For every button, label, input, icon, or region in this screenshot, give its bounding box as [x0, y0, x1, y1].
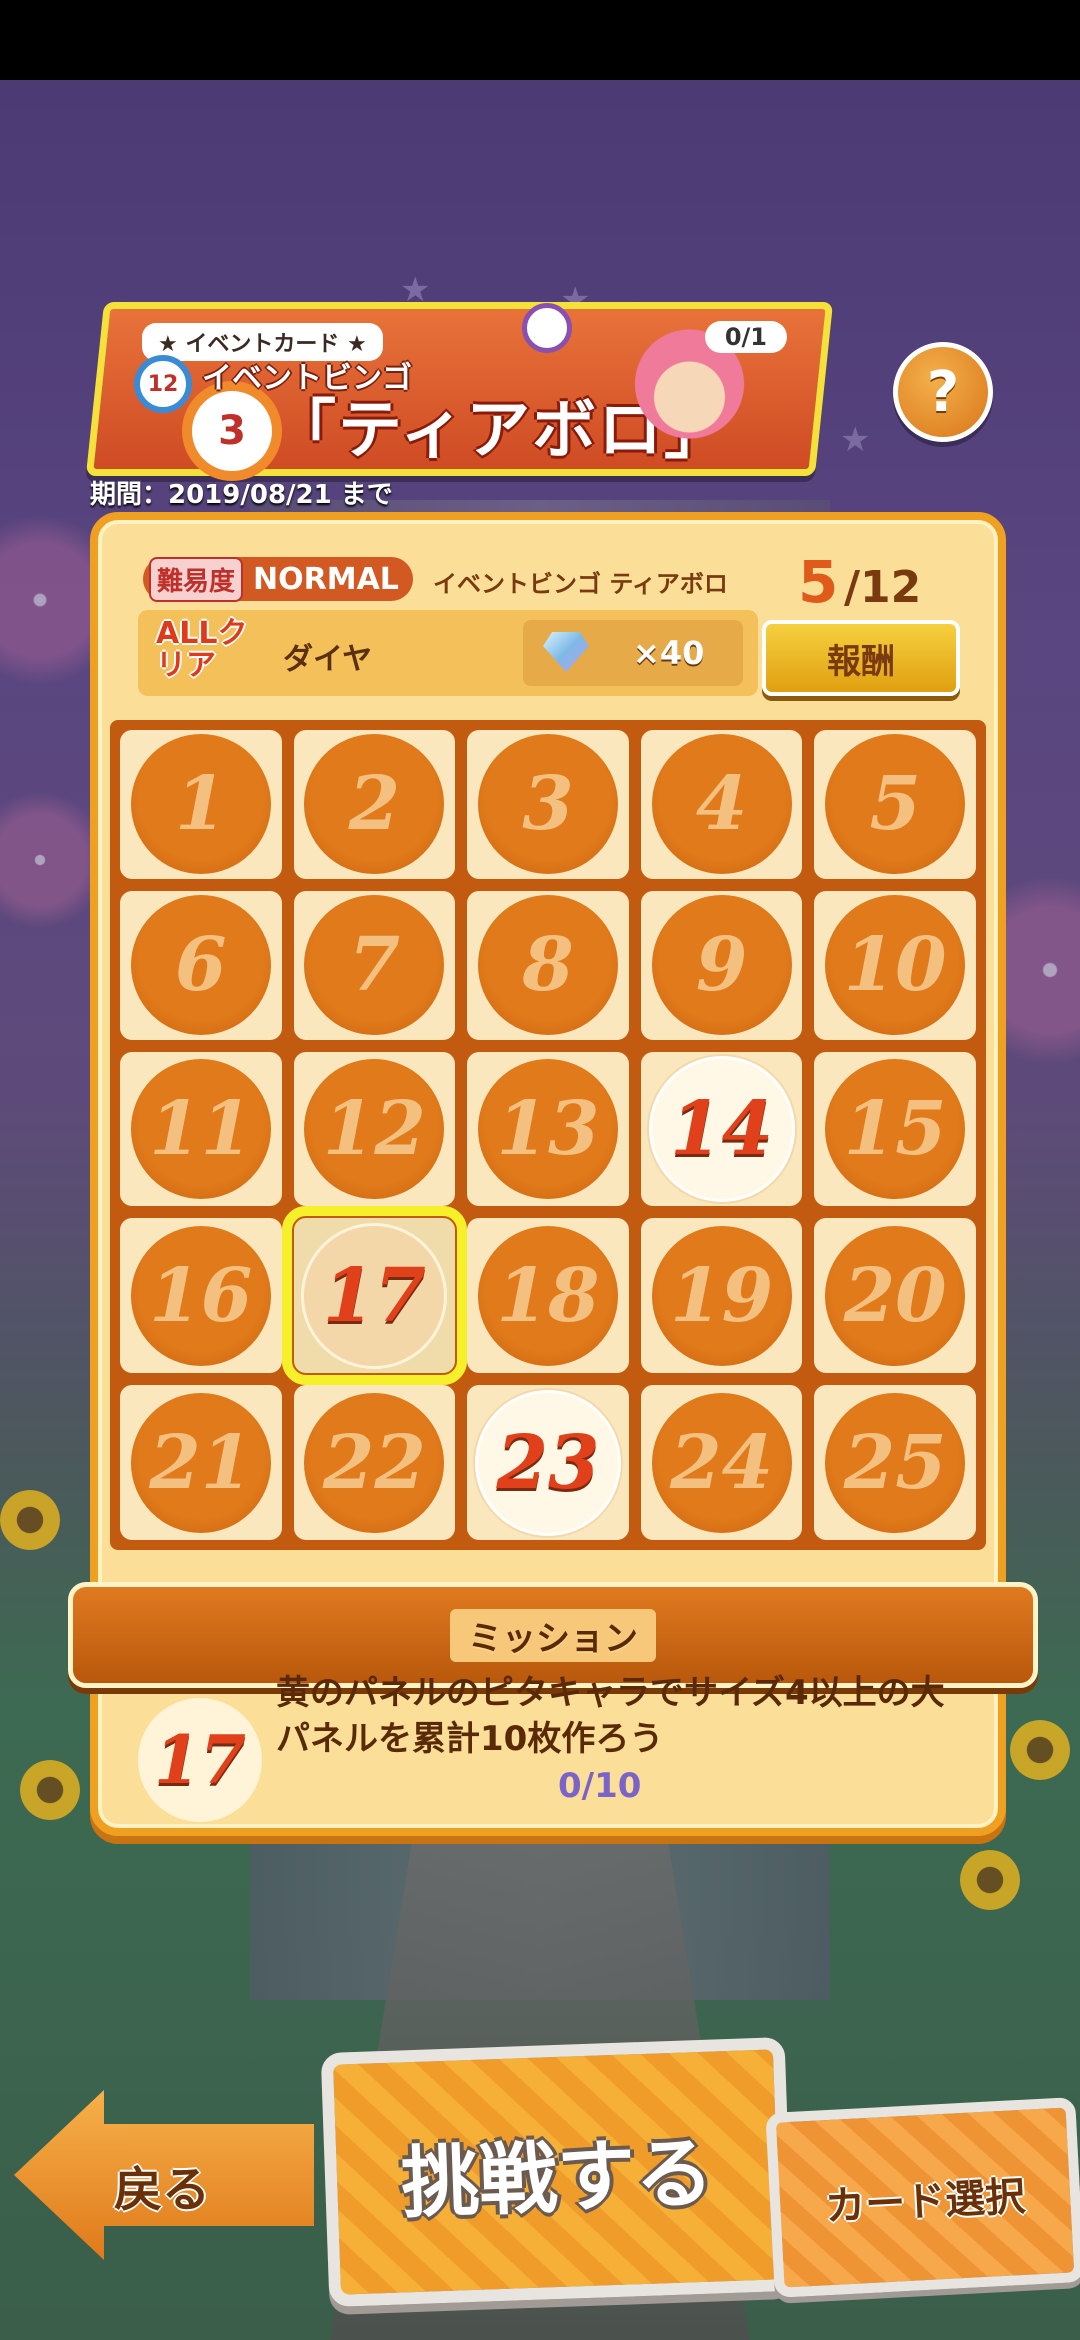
bingo-cell-number: 17	[301, 1222, 448, 1369]
challenge-button-label: 挑戦する	[399, 2128, 715, 2230]
bingo-cell[interactable]: 17	[281, 1206, 468, 1386]
bingo-cell-number: 5	[825, 734, 966, 875]
bingo-cell[interactable]: 3	[467, 730, 629, 879]
bingo-cell-number: 18	[477, 1225, 618, 1366]
bingo-cell[interactable]: 20	[814, 1218, 976, 1374]
reward-quantity-box: ×40	[523, 620, 743, 686]
difficulty-label: 難易度	[149, 556, 244, 602]
star-decor: ★	[840, 420, 871, 460]
bingo-cell-number: 7	[304, 895, 445, 1036]
bingo-progress: 5 /12	[798, 548, 921, 616]
bingo-cell[interactable]: 7	[293, 890, 456, 1040]
bingo-cell[interactable]: 2	[293, 730, 456, 879]
bingo-cell-number: 2	[304, 734, 445, 875]
event-card-count: 0/1	[704, 321, 787, 353]
event-banner: ★ イベントカード ★ 12 3 イベントビンゴ 「ティアボロ」 0/1	[85, 302, 834, 481]
mission-number-badge: 17	[138, 1698, 262, 1822]
bingo-cell[interactable]: 15	[814, 1051, 976, 1207]
bingo-cell-number: 22	[304, 1392, 445, 1533]
bingo-cell-number: 14	[648, 1055, 795, 1202]
bingo-cell[interactable]: 8	[467, 890, 629, 1040]
progress-total: /12	[843, 562, 922, 613]
challenge-button[interactable]: 挑戦する	[320, 2036, 794, 2308]
bingo-cell[interactable]: 12	[293, 1051, 456, 1207]
bingo-grid: 1 2 3 4 5 6 7 8 9 10 11 12 13 14 15 16 17 18 19 20 21 22 23 24 2…	[110, 720, 986, 1550]
bingo-cell[interactable]: 9	[640, 890, 803, 1040]
bingo-cell-number: 13	[477, 1058, 618, 1199]
status-bar	[0, 0, 1080, 80]
bingo-cell-number: 16	[130, 1225, 271, 1366]
bingo-cell[interactable]: 1	[120, 730, 282, 879]
bingo-cell[interactable]: 19	[640, 1218, 803, 1374]
all-clear-label: ALLクリア	[156, 616, 248, 683]
mission-title: ミッション	[450, 1608, 656, 1662]
reward-name: ダイヤ	[283, 642, 373, 677]
bingo-cell[interactable]: 5	[814, 730, 976, 879]
difficulty-value: NORMAL	[253, 561, 399, 597]
all-clear-reward: ALLクリア ダイヤ ×40	[138, 610, 758, 696]
bingo-cell[interactable]: 16	[120, 1218, 282, 1374]
bingo-cell[interactable]: 25	[814, 1385, 976, 1540]
mission-progress: 0/10	[558, 1766, 642, 1806]
bingo-cell[interactable]: 11	[120, 1051, 282, 1207]
bingo-cell-number: 8	[477, 895, 618, 1036]
card-select-button[interactable]: カード選択	[765, 2097, 1080, 2298]
sunflower-decor	[0, 1490, 60, 1550]
bingo-cell-number: 6	[130, 895, 271, 1036]
difficulty-badge: 難易度 NORMAL	[143, 556, 413, 602]
bingo-cell[interactable]: 10	[814, 890, 976, 1040]
card-select-button-label: カード選択	[824, 2173, 1027, 2230]
reward-quantity: ×40	[633, 634, 705, 672]
back-button[interactable]: 戻る	[14, 2070, 314, 2280]
bingo-cell-number: 9	[651, 895, 792, 1036]
bingo-cell-number: 12	[304, 1058, 445, 1199]
bingo-cell-number: 15	[825, 1058, 966, 1199]
bingo-cell-number: 1	[130, 734, 271, 875]
bingo-cell[interactable]: 23	[467, 1385, 629, 1540]
bingo-cell[interactable]: 13	[467, 1051, 629, 1207]
bingo-cell[interactable]: 24	[640, 1385, 803, 1540]
bingo-cell-number: 4	[651, 734, 792, 875]
bingo-ball-icon	[522, 303, 572, 353]
bingo-ball-icon: 12	[134, 355, 192, 413]
help-button[interactable]: ?	[893, 342, 993, 442]
bingo-cell[interactable]: 18	[467, 1218, 629, 1374]
bingo-cell-number: 19	[651, 1225, 792, 1366]
sunflower-decor	[1010, 1720, 1070, 1780]
bingo-cell-number: 24	[651, 1392, 792, 1533]
reward-button[interactable]: 報酬	[762, 620, 960, 696]
bingo-cell-number: 25	[825, 1392, 966, 1533]
bingo-cell-number: 3	[477, 734, 618, 875]
bingo-cell-number: 21	[130, 1392, 271, 1533]
bingo-cell-number: 20	[825, 1225, 966, 1366]
bingo-cell[interactable]: 14	[640, 1051, 803, 1207]
event-period: 期間：2019/08/21 まで	[90, 480, 393, 510]
sunflower-decor	[960, 1850, 1020, 1910]
bingo-cell[interactable]: 22	[293, 1385, 456, 1540]
mission-description: 黄のパネルのピタキャラでサイズ4以上の大パネルを累計10枚作ろう	[276, 1673, 945, 1759]
bingo-cell[interactable]: 4	[640, 730, 803, 879]
bingo-cell-number: 11	[130, 1058, 271, 1199]
diamond-icon	[543, 632, 589, 672]
bingo-cell-number: 10	[825, 895, 966, 1036]
progress-current: 5	[798, 548, 839, 616]
bingo-cell-number: 23	[474, 1389, 621, 1536]
back-button-label: 戻る	[114, 2162, 211, 2218]
bingo-cell[interactable]: 21	[120, 1385, 282, 1540]
bingo-cell[interactable]: 6	[120, 890, 282, 1040]
sunflower-decor	[20, 1760, 80, 1820]
bingo-panel: 難易度 NORMAL イベントビンゴ ティアボロ 5 /12 ALLクリア ダイ…	[68, 512, 1038, 1836]
bingo-name: イベントビンゴ ティアボロ	[433, 570, 728, 598]
